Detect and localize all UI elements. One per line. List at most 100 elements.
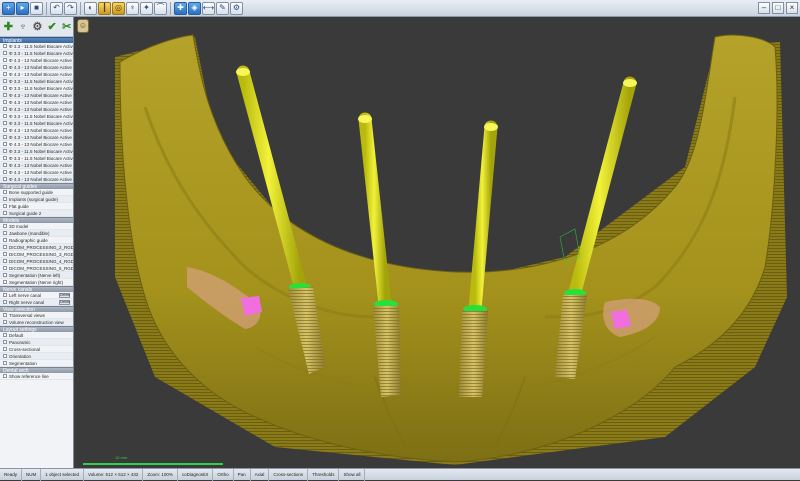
list-item[interactable]: Segmentation [0, 360, 73, 367]
status-cell[interactable]: Show all [339, 468, 366, 481]
implant-icon[interactable]: ┃ [98, 1, 111, 15]
list-item[interactable]: DICOM_PROCESSING_4_RGDENT.stl [0, 258, 73, 265]
list-item[interactable]: 3D model [0, 223, 73, 230]
list-item[interactable]: Φ 3.3 - 11.5 Nobel Biocare Active [0, 85, 73, 92]
list-item[interactable]: Φ 4.3 - 13 Nobel Biocare Active [0, 106, 73, 113]
visibility-checkbox[interactable] [3, 231, 7, 235]
visibility-checkbox[interactable] [3, 197, 7, 201]
list-item[interactable]: Bone supported guide [0, 189, 73, 196]
list-item[interactable]: Φ 3.3 - 11.5 Nobel Biocare Active [0, 155, 73, 162]
list-item[interactable]: Φ 3.3 - 11.5 Nobel Biocare Active [0, 78, 73, 85]
visibility-checkbox[interactable] [3, 58, 7, 62]
visibility-checkbox[interactable] [3, 361, 7, 365]
list-item[interactable]: Segmentation (Nerve left) [0, 272, 73, 279]
delete-button[interactable]: Delete [59, 292, 70, 298]
list-item[interactable]: DICOM_PROCESSING_5_RGDENT.stl [0, 265, 73, 272]
redo-icon[interactable]: ↷ [64, 1, 77, 15]
tooth-icon[interactable]: ♆ [17, 19, 30, 34]
status-cell[interactable]: Thresholds [308, 468, 340, 481]
status-cell[interactable]: Axial [251, 468, 270, 481]
new-file-icon[interactable]: + [2, 1, 15, 15]
visibility-checkbox[interactable] [3, 93, 7, 97]
list-item[interactable]: Φ 4.3 - 13 Nobel Biocare Active [0, 169, 73, 176]
visibility-checkbox[interactable] [3, 51, 7, 55]
list-item[interactable]: Φ 4.3 - 13 Nobel Biocare Active [0, 57, 73, 64]
visibility-checkbox[interactable] [3, 190, 7, 194]
visibility-checkbox[interactable] [3, 65, 7, 69]
render-icon[interactable]: ✦ [140, 1, 153, 15]
visibility-checkbox[interactable] [3, 142, 7, 146]
list-item[interactable]: Left nerve canal Delete [0, 292, 73, 299]
minimize-icon[interactable]: – [758, 2, 770, 14]
list-item[interactable]: Φ 4.3 - 13 Nobel Biocare Active [0, 176, 73, 183]
visibility-checkbox[interactable] [3, 211, 7, 215]
cut-icon[interactable]: ✂ [60, 19, 73, 34]
orientation-icon[interactable]: ☺ [77, 19, 89, 33]
visibility-checkbox[interactable] [3, 204, 7, 208]
visibility-checkbox[interactable] [3, 273, 7, 277]
visibility-checkbox[interactable] [3, 252, 7, 256]
list-item[interactable]: Flat guide [0, 203, 73, 210]
sleeve-icon[interactable]: ◎ [112, 1, 125, 15]
visibility-checkbox[interactable] [3, 340, 7, 344]
panorama-icon[interactable]: ⌒ [154, 1, 167, 15]
visibility-checkbox[interactable] [3, 224, 7, 228]
gear-icon[interactable]: ⚙ [31, 19, 44, 34]
list-item[interactable]: DICOM_PROCESSING_3_RGDENT.stl [0, 251, 73, 258]
visibility-checkbox[interactable] [3, 347, 7, 351]
visibility-checkbox[interactable] [3, 333, 7, 337]
list-item[interactable]: Φ 4.3 - 13 Nobel Biocare Active [0, 71, 73, 78]
3d-viewport[interactable]: ☺ 10 mm [75, 17, 800, 468]
visibility-checkbox[interactable] [3, 266, 7, 270]
list-item[interactable]: Φ 4.3 - 13 Nobel Biocare Active [0, 141, 73, 148]
visibility-checkbox[interactable] [3, 293, 7, 297]
distance-icon[interactable]: ✎ [216, 1, 229, 15]
undo-icon[interactable]: ↶ [50, 1, 63, 15]
list-item[interactable]: DICOM_PROCESSING_2_RGDENT.stl [0, 244, 73, 251]
list-item[interactable]: Φ 3.3 - 11.5 Nobel Biocare Active [0, 113, 73, 120]
list-item[interactable]: Default [0, 332, 73, 339]
close-icon[interactable]: × [786, 2, 798, 14]
visibility-checkbox[interactable] [3, 300, 7, 304]
list-item[interactable]: Cross-sectional [0, 346, 73, 353]
list-item[interactable]: Φ 3.3 - 11.5 Nobel Biocare Active [0, 43, 73, 50]
visibility-checkbox[interactable] [3, 121, 7, 125]
list-item[interactable]: Radiographic guide [0, 237, 73, 244]
status-cell[interactable]: Pan [234, 468, 251, 481]
list-item[interactable]: Φ 4.3 - 13 Nobel Biocare Active [0, 99, 73, 106]
visibility-checkbox[interactable] [3, 135, 7, 139]
open-icon[interactable]: ▸ [16, 1, 29, 15]
list-item[interactable]: Φ 4.3 - 13 Nobel Biocare Active [0, 64, 73, 71]
list-item[interactable]: Φ 4.3 - 13 Nobel Biocare Active [0, 127, 73, 134]
list-item[interactable]: Jawbone (mandible) [0, 230, 73, 237]
visibility-checkbox[interactable] [3, 86, 7, 90]
visibility-checkbox[interactable] [3, 320, 7, 324]
visibility-checkbox[interactable] [3, 259, 7, 263]
check-icon[interactable]: ✔ [46, 19, 59, 34]
visibility-checkbox[interactable] [3, 170, 7, 174]
visibility-checkbox[interactable] [3, 114, 7, 118]
visibility-checkbox[interactable] [3, 354, 7, 358]
visibility-checkbox[interactable] [3, 280, 7, 284]
visibility-checkbox[interactable] [3, 177, 7, 181]
list-item[interactable]: Volume reconstruction view [0, 319, 73, 326]
visibility-checkbox[interactable] [3, 72, 7, 76]
settings-icon[interactable]: ⚙ [230, 1, 243, 15]
cross-section-icon[interactable]: ✚ [174, 1, 187, 15]
status-cell[interactable]: Cross-sections [269, 468, 309, 481]
visibility-checkbox[interactable] [3, 44, 7, 48]
measure-icon[interactable]: ⟷ [202, 1, 215, 15]
visibility-checkbox[interactable] [3, 149, 7, 153]
list-item[interactable]: Φ 3.3 - 11.5 Nobel Biocare Active [0, 50, 73, 57]
list-item[interactable]: Panoramic [0, 339, 73, 346]
list-item[interactable]: Right nerve canal Delete [0, 299, 73, 306]
visibility-checkbox[interactable] [3, 156, 7, 160]
list-item[interactable]: Φ 4.3 - 13 Nobel Biocare Active [0, 162, 73, 169]
visibility-checkbox[interactable] [3, 163, 7, 167]
list-item[interactable]: Show reference line [0, 373, 73, 380]
status-cell[interactable]: Ortho [213, 468, 234, 481]
visibility-checkbox[interactable] [3, 245, 7, 249]
list-item[interactable]: Φ 3.3 - 11.5 Nobel Biocare Active [0, 148, 73, 155]
visibility-checkbox[interactable] [3, 313, 7, 317]
view-icon[interactable]: ◐ [84, 1, 97, 15]
